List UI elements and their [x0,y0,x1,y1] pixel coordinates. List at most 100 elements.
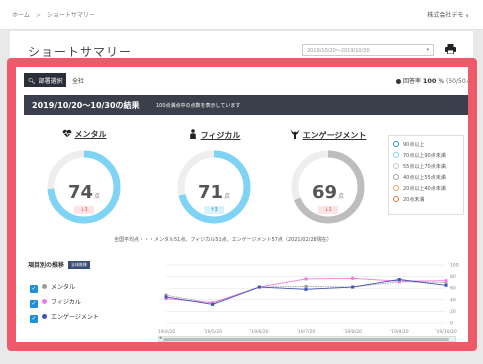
score-band-legend: 90点以上 70点以上90点未満 55点以上70点未満 40点以上55点未満 2… [388,135,464,215]
department-select-label: 部署選択 [38,78,63,85]
x-tick-label: '19/10/20 [435,329,457,335]
answer-rate-label: 回答率 [402,78,421,85]
page-bottom-area [0,351,483,364]
answer-rate-unit: % [438,78,445,85]
search-icon: 🔍︎ [28,78,36,85]
heartbeat-icon [62,129,71,138]
top-bar: ホーム > ショートサマリー 株式会社デモ ∨ [0,0,483,30]
summary-highlight-frame: 🔍︎ 部署選択 全社 回答率 100 % (50/50人) 2019/10/20〜… [7,58,477,351]
data-point [211,302,215,306]
score-label[interactable]: メンタル [75,130,107,139]
trend-chart: 0 20 40 60 80 100'19/4/20'19/5/20'19/6/20'19/… [157,261,462,342]
national-average-note: 全国平均点・・・メンタル51点、フィジカル51点、エンゲージメント57点（202… [114,237,332,243]
data-point [164,295,168,299]
score-card-header: フィジカル [164,129,264,141]
x-tick-label: '19/5/20 [203,329,222,335]
breadcrumb-separator: > [35,12,41,19]
department-select-button[interactable]: 🔍︎ 部署選択 [24,73,66,87]
score-change-badge: ↓1 [318,206,338,214]
legend-ring-icon [393,141,399,147]
trend-title-text: 項目別の推移 [28,262,65,269]
score-label[interactable]: フィジカル [201,131,241,140]
pie-icon [395,78,401,84]
series-toggle-mental[interactable]: ✓ メンタル [30,282,75,293]
company-name: 株式会社デモ [427,12,464,19]
data-point [351,276,355,280]
score-value: 69点 [311,182,345,203]
data-point [444,283,448,287]
legend-item: 70点以上90点未満 [393,152,459,163]
engagement-icon [290,129,300,139]
score-value: 71点 [197,182,231,203]
x-tick-label: '19/8/20 [343,329,362,335]
data-point [304,284,308,288]
result-note: 100点満点中の点数を表示しています [156,103,241,109]
checkbox-checked-icon[interactable]: ✓ [30,300,38,308]
y-tick-label: 60 [450,286,456,292]
legend-ring-icon [393,163,399,169]
y-tick-label: 80 [450,274,456,280]
series-dot-icon [42,284,47,289]
checkbox-checked-icon[interactable]: ✓ [30,315,38,323]
series-dot-icon [42,299,47,304]
legend-item: 90点以上 [393,141,459,152]
y-tick-label: 20 [450,309,456,315]
trend-badge[interactable]: 全体推移 [68,261,91,269]
date-range-value: 2019/10/20〜2019/10/30 [307,48,370,54]
answer-rate-value: 100 [422,77,437,85]
company-menu[interactable]: 株式会社デモ ∨ [427,10,469,19]
legend-ring-icon [393,185,399,191]
y-tick-label: 100 [450,263,459,269]
breadcrumb-current: ショートサマリー [46,12,95,19]
chevron-down-icon: ∨ [465,13,469,19]
legend-ring-icon [393,174,399,180]
trend-section-title: 項目別の推移 全体推移 [28,260,91,269]
data-point [351,285,355,289]
print-icon[interactable] [445,44,456,54]
score-card-header: エンゲージメント [272,129,384,141]
x-tick-label: '19/7/20 [297,329,316,335]
series-toggle-engagement[interactable]: ✓ エンゲージメント [30,312,99,323]
answer-rate-detail: (50/50人) [446,78,474,85]
breadcrumb-home-link[interactable]: ホーム [12,12,30,19]
scroll-left-icon[interactable]: ◂ [159,335,162,341]
x-tick-label: '19/6/20 [250,329,269,335]
series-dot-icon [42,314,47,319]
legend-item: 55点以上70点未満 [393,163,459,174]
date-range-select[interactable]: 2019/10/20〜2019/10/30 ▾ [302,44,434,56]
score-card-engagement: エンゲージメント 69点 ↓1 [272,129,384,241]
person-icon [189,129,196,139]
result-header: 2019/10/20〜10/30の結果 100点満点中の点数を表示しています [24,95,468,115]
legend-ring-icon [393,196,399,202]
data-point [304,287,308,291]
score-change-badge: ↑3 [204,206,224,214]
tab-all-company[interactable]: 全社 [72,76,84,85]
filter-tabs: 🔍︎ 部署選択 全社 回答率 100 % (50/50人) [24,73,474,87]
legend-item: 20点未満 [393,196,459,207]
answer-rate: 回答率 100 % (50/50人) [395,76,474,85]
y-tick-label: 40 [450,297,456,303]
trend-chart-svg: 020406080100'19/4/20'19/5/20'19/6/20'19/… [157,263,459,336]
data-point [397,278,401,281]
data-point [304,277,308,281]
legend-ring-icon [393,152,399,158]
series-line [165,279,447,305]
data-point [444,279,448,283]
score-label[interactable]: エンゲージメント [303,131,367,140]
series-toggle-physical[interactable]: ✓ フィジカル [30,297,81,308]
score-card-physical: フィジカル 71点 ↑3 [164,129,264,241]
score-card-mental: メンタル 74点 ↓3 [34,129,134,241]
score-value: 74点 [67,182,101,203]
chevron-down-icon: ▾ [426,47,429,53]
legend-item: 40点以上55点未満 [393,174,459,185]
score-change-badge: ↓3 [74,206,94,214]
chart-horizontal-scrollbar[interactable]: ◂ [158,335,456,342]
scrollbar-thumb[interactable] [163,338,449,341]
data-point [257,285,261,289]
result-title: 2019/10/20〜10/30の結果 [32,101,140,110]
breadcrumb: ホーム > ショートサマリー [12,10,95,19]
x-tick-label: '19/9/20 [390,329,409,335]
score-card-header: メンタル [34,129,134,141]
checkbox-checked-icon[interactable]: ✓ [30,285,38,293]
legend-item: 20点以上40点未満 [393,185,459,196]
